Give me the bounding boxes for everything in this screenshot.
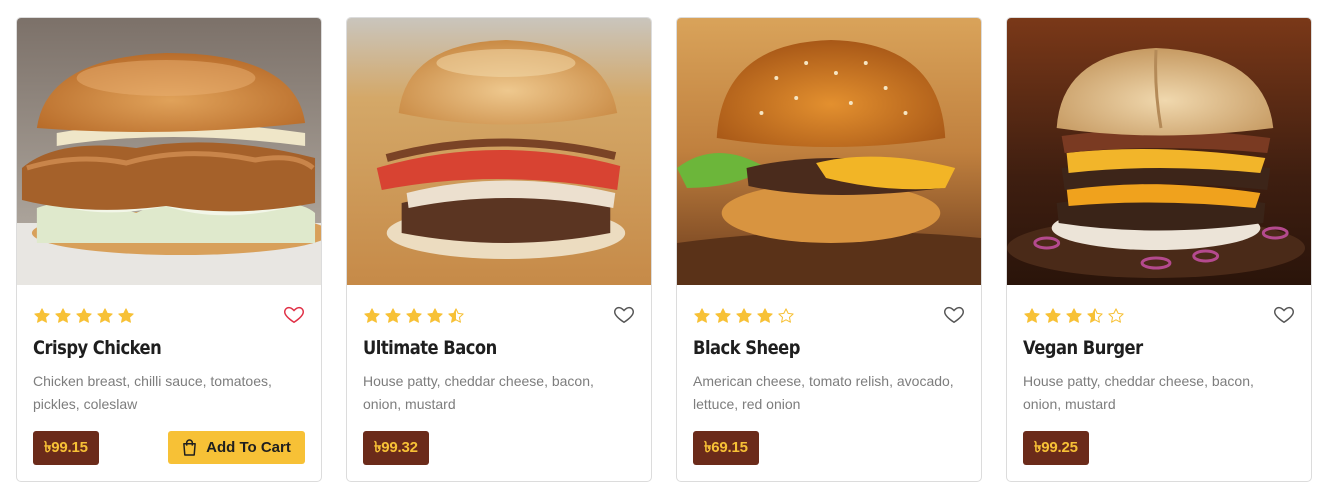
product-card[interactable]: Vegan Burger House patty, cheddar cheese… (1006, 17, 1312, 482)
product-card[interactable]: Black Sheep American cheese, tomato reli… (676, 17, 982, 482)
star-filled-icon (364, 308, 380, 323)
product-title: Black Sheep (693, 337, 800, 359)
star-filled-icon (1066, 308, 1082, 323)
price-badge: ৳69.15 (693, 431, 759, 465)
star-filled-icon (406, 308, 422, 323)
star-filled-icon (427, 308, 443, 323)
product-image-crispy-chicken[interactable] (17, 18, 321, 285)
star-filled-icon (97, 308, 113, 323)
star-empty-icon (778, 308, 794, 323)
star-filled-icon (385, 308, 401, 323)
product-image-vegan-burger[interactable] (1007, 18, 1311, 285)
star-filled-icon (1024, 308, 1040, 323)
star-half-icon (1087, 308, 1103, 323)
rating-stars (693, 307, 795, 325)
star-filled-icon (76, 308, 92, 323)
add-to-cart-label: Add To Cart (206, 439, 291, 456)
price-badge: ৳99.32 (363, 431, 429, 465)
rating-stars (33, 307, 135, 325)
star-filled-icon (55, 308, 71, 323)
product-grid: Crispy Chicken Chicken breast, chilli sa… (16, 17, 1312, 482)
star-filled-icon (715, 308, 731, 323)
star-half-icon (448, 308, 464, 323)
product-card[interactable]: Ultimate Bacon House patty, cheddar chee… (346, 17, 652, 482)
star-filled-icon (694, 308, 710, 323)
shopping-bag-icon (183, 439, 197, 456)
product-title: Crispy Chicken (33, 337, 162, 359)
product-image-black-sheep[interactable] (677, 18, 981, 285)
product-description: American cheese, tomato relish, avocado,… (693, 373, 954, 412)
favorite-heart-icon[interactable] (1273, 303, 1295, 325)
star-empty-icon (1108, 308, 1124, 323)
rating-stars (363, 307, 465, 325)
favorite-heart-icon[interactable] (283, 303, 305, 325)
star-filled-icon (757, 308, 773, 323)
favorite-heart-icon[interactable] (943, 303, 965, 325)
product-image-ultimate-bacon[interactable] (347, 18, 651, 285)
star-filled-icon (118, 308, 134, 323)
star-filled-icon (1045, 308, 1061, 323)
rating-stars (1023, 307, 1125, 325)
product-description: Chicken breast, chilli sauce, tomatoes, … (33, 373, 272, 412)
product-title: Vegan Burger (1023, 337, 1143, 359)
price-badge: ৳99.15 (33, 431, 99, 465)
star-filled-icon (736, 308, 752, 323)
product-title: Ultimate Bacon (363, 337, 497, 359)
add-to-cart-button[interactable]: Add To Cart (168, 431, 305, 464)
price-badge: ৳99.25 (1023, 431, 1089, 465)
product-card[interactable]: Crispy Chicken Chicken breast, chilli sa… (16, 17, 322, 482)
favorite-heart-icon[interactable] (613, 303, 635, 325)
product-description: House patty, cheddar cheese, bacon, onio… (363, 373, 594, 412)
star-filled-icon (34, 308, 50, 323)
product-description: House patty, cheddar cheese, bacon, onio… (1023, 373, 1254, 412)
